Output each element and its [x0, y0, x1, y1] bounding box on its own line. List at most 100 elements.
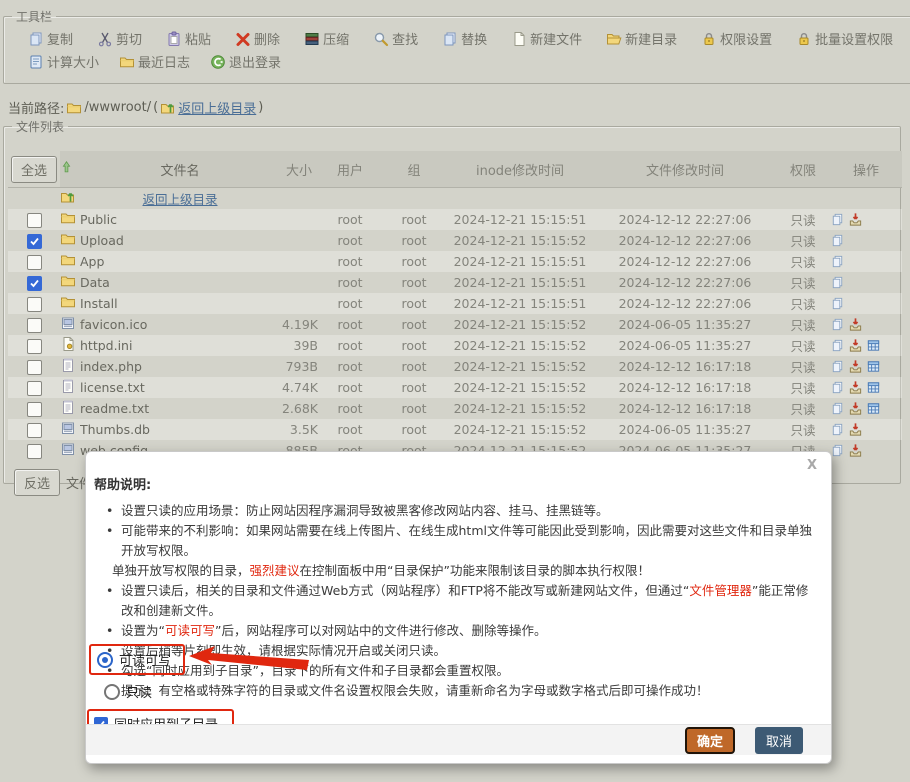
file-name[interactable]: Data [80, 275, 110, 290]
file-name[interactable]: App [80, 254, 104, 269]
file-name[interactable]: Public [80, 212, 117, 227]
row-checkbox[interactable] [27, 213, 42, 228]
op-edit-icon[interactable] [866, 359, 881, 374]
row-checkbox[interactable] [27, 423, 42, 438]
op-download-icon[interactable] [848, 338, 863, 353]
op-copy-icon[interactable] [830, 296, 845, 311]
lock-icon [796, 31, 812, 47]
toolbar-button-新建文件[interactable]: 新建文件 [511, 29, 582, 48]
perm-link[interactable]: 只读 [790, 318, 815, 333]
invert-select-button[interactable]: 反选 [14, 469, 60, 496]
file-name[interactable]: license.txt [80, 380, 145, 395]
op-download-icon[interactable] [848, 401, 863, 416]
select-all-button[interactable]: 全选 [11, 156, 57, 183]
op-edit-icon[interactable] [866, 338, 881, 353]
perm-link[interactable]: 只读 [790, 423, 815, 438]
toolbar-button-退出登录[interactable]: 退出登录 [210, 52, 281, 71]
file-mtime: 2024-12-12 22:27:06 [594, 251, 776, 272]
op-download-icon[interactable] [848, 380, 863, 395]
op-copy-icon[interactable] [830, 338, 845, 353]
perm-link[interactable]: 只读 [790, 213, 815, 228]
row-checkbox[interactable] [27, 444, 42, 459]
table-row: index.php793Brootroot2024-12-21 15:15:52… [8, 356, 902, 377]
op-download-icon[interactable] [848, 443, 863, 458]
row-checkbox[interactable] [27, 402, 42, 417]
row-checkbox[interactable] [27, 276, 42, 291]
go-up-link[interactable]: 返回上级目录 [178, 98, 256, 117]
perm-link[interactable]: 只读 [790, 276, 815, 291]
op-copy-icon[interactable] [830, 317, 845, 332]
radio-readonly[interactable] [104, 684, 120, 700]
file-name[interactable]: Install [80, 296, 118, 311]
op-download-icon[interactable] [848, 359, 863, 374]
toolbar-button-label: 批量设置权限 [815, 29, 893, 48]
file-name[interactable]: httpd.ini [80, 338, 132, 353]
row-checkbox[interactable] [27, 297, 42, 312]
radio-readwrite[interactable] [97, 652, 113, 668]
sort-up-icon[interactable] [60, 159, 73, 175]
toolbar-button-删除[interactable]: 删除 [235, 29, 280, 48]
toolbar-button-查找[interactable]: 查找 [373, 29, 418, 48]
col-ops: 操作 [830, 151, 902, 188]
text-file-icon [60, 357, 76, 373]
file-name[interactable]: favicon.ico [80, 317, 147, 332]
table-row: Thumbs.db3.5Krootroot2024-12-21 15:15:52… [8, 419, 902, 440]
lock-icon [701, 31, 717, 47]
op-copy-icon[interactable] [830, 401, 845, 416]
op-download-icon[interactable] [848, 212, 863, 227]
op-download-icon[interactable] [848, 422, 863, 437]
row-checkbox[interactable] [27, 318, 42, 333]
perm-link[interactable]: 只读 [790, 339, 815, 354]
toolbar-button-粘贴[interactable]: 粘贴 [166, 29, 211, 48]
toolbar-button-压缩[interactable]: 压缩 [304, 29, 349, 48]
row-checkbox[interactable] [27, 234, 42, 249]
toolbar-button-剪切[interactable]: 剪切 [97, 29, 142, 48]
file-user: root [318, 398, 382, 419]
row-checkbox[interactable] [27, 255, 42, 270]
ok-button[interactable]: 确定 [685, 727, 735, 754]
up-directory-link[interactable]: 返回上级目录 [142, 192, 217, 207]
perm-link[interactable]: 只读 [790, 255, 815, 270]
toolbar-button-计算大小[interactable]: 计算大小 [28, 52, 99, 71]
toolbar-button-权限设置[interactable]: 权限设置 [701, 29, 772, 48]
paste-icon [166, 31, 182, 47]
file-name[interactable]: Thumbs.db [80, 422, 150, 437]
op-copy-icon[interactable] [830, 233, 845, 248]
help-bullet: 设置为“可读可写”后，网站程序可以对网站中的文件进行修改、删除等操作。 [94, 621, 819, 641]
op-copy-icon[interactable] [830, 212, 845, 227]
op-copy-icon[interactable] [830, 380, 845, 395]
file-manager-page: 工具栏 复制剪切粘贴删除压缩查找替换新建文件新建目录权限设置批量设置权限上传文件… [0, 0, 910, 782]
op-copy-icon[interactable] [830, 422, 845, 437]
op-copy-icon[interactable] [830, 359, 845, 374]
file-name[interactable]: index.php [80, 359, 142, 374]
toolbar-button-复制[interactable]: 复制 [28, 29, 73, 48]
op-download-icon[interactable] [848, 317, 863, 332]
file-name[interactable]: readme.txt [80, 401, 149, 416]
toolbar-button-label: 粘贴 [185, 29, 211, 48]
toolbar-button-新建目录[interactable]: 新建目录 [606, 29, 677, 48]
replace-icon [442, 31, 458, 47]
perm-link[interactable]: 只读 [790, 381, 815, 396]
perm-link[interactable]: 只读 [790, 234, 815, 249]
inode-time: 2024-12-21 15:15:52 [446, 230, 594, 251]
help-bullet: 设置只读的应用场景：防止网站因程序漏洞导致被黑客修改网站内容、挂马、挂黑链等。 [94, 501, 819, 521]
file-name[interactable]: Upload [80, 233, 124, 248]
perm-link[interactable]: 只读 [790, 360, 815, 375]
perm-link[interactable]: 只读 [790, 402, 815, 417]
row-checkbox[interactable] [27, 360, 42, 375]
toolbar-button-最近日志[interactable]: 最近日志 [119, 52, 190, 71]
op-edit-icon[interactable] [866, 401, 881, 416]
op-copy-icon[interactable] [830, 443, 845, 458]
file-group: root [382, 209, 446, 230]
row-checkbox[interactable] [27, 381, 42, 396]
toolbar-button-替换[interactable]: 替换 [442, 29, 487, 48]
op-copy-icon[interactable] [830, 275, 845, 290]
op-copy-icon[interactable] [830, 254, 845, 269]
inode-time: 2024-12-21 15:15:51 [446, 251, 594, 272]
op-edit-icon[interactable] [866, 380, 881, 395]
perm-link[interactable]: 只读 [790, 297, 815, 312]
toolbar-button-批量设置权限[interactable]: 批量设置权限 [796, 29, 893, 48]
cancel-button[interactable]: 取消 [755, 727, 803, 754]
inode-time: 2024-12-21 15:15:52 [446, 314, 594, 335]
row-checkbox[interactable] [27, 339, 42, 354]
